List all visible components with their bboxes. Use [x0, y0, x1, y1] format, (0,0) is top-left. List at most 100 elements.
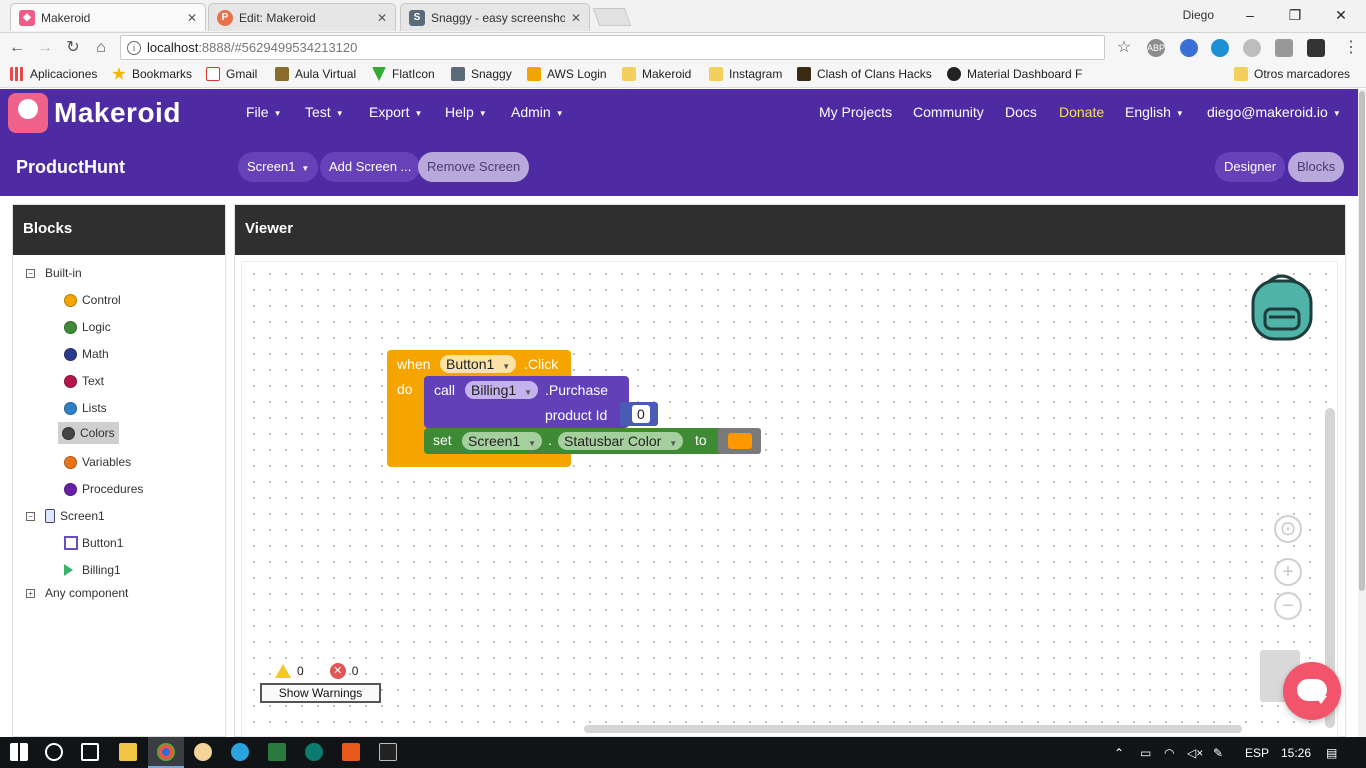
close-icon[interactable]: ✕ [377, 11, 387, 25]
app-icon[interactable] [305, 743, 323, 761]
bookmark-clash-of-clans[interactable]: Clash of Clans Hacks [797, 67, 932, 81]
bookmark-aws-login[interactable]: AWS Login [527, 67, 607, 81]
number-block[interactable]: 0 [620, 402, 658, 426]
account-menu[interactable]: diego@makeroid.io ▼ [1207, 104, 1341, 120]
file-explorer-icon[interactable] [119, 743, 137, 761]
blocks-button[interactable]: Blocks [1288, 152, 1345, 182]
category-control[interactable]: Control [64, 293, 121, 307]
bookmark-material-dashboard[interactable]: Material Dashboard F [947, 67, 1082, 81]
bookmark-flaticon[interactable]: FlatIcon [372, 67, 435, 81]
search-icon[interactable] [45, 743, 63, 761]
chat-bubble-icon[interactable] [1283, 662, 1341, 720]
extension-icon[interactable] [1180, 39, 1198, 57]
number-field[interactable]: 0 [632, 405, 650, 423]
recenter-icon[interactable]: ⊙ [1274, 515, 1302, 543]
adblock-extension-icon[interactable]: ABP [1147, 39, 1165, 57]
settings-extension-icon[interactable] [1243, 39, 1261, 57]
category-lists[interactable]: Lists [64, 401, 107, 415]
cast-icon[interactable] [1275, 39, 1293, 57]
category-math[interactable]: Math [64, 347, 109, 361]
workspace-horizontal-scrollbar[interactable] [584, 725, 1242, 733]
sync-extension-icon[interactable] [1211, 39, 1229, 57]
my-projects-link[interactable]: My Projects [819, 104, 892, 120]
designer-button[interactable]: Designer [1215, 152, 1286, 182]
notifications-icon[interactable]: ▤ [1326, 746, 1337, 760]
remove-screen-button[interactable]: Remove Screen [418, 152, 530, 182]
close-icon[interactable]: ✕ [187, 11, 197, 25]
chrome-icon[interactable] [157, 743, 175, 761]
close-icon[interactable]: ✕ [571, 11, 581, 25]
setter-block-statusbar-color[interactable]: set Screen1 ▼ . Statusbar Color ▼ to [424, 428, 728, 454]
community-link[interactable]: Community [913, 104, 984, 120]
menu-admin[interactable]: Admin ▼ [511, 104, 564, 120]
profile-name[interactable]: Diego [1183, 8, 1214, 22]
collapse-icon[interactable]: − [26, 511, 35, 521]
bookmark-gmail[interactable]: Gmail [206, 67, 257, 81]
tree-builtin[interactable]: − Built-in [26, 266, 82, 280]
network-icon[interactable]: ▭ [1140, 746, 1151, 760]
menu-help[interactable]: Help ▼ [445, 104, 487, 120]
language-menu[interactable]: English ▼ [1125, 104, 1184, 120]
wifi-icon[interactable]: ◠ [1164, 746, 1174, 760]
reload-icon[interactable]: ↻ [62, 37, 84, 59]
bookmark-instagram[interactable]: Instagram [709, 67, 782, 81]
category-text[interactable]: Text [64, 374, 104, 388]
component-dropdown[interactable]: Screen1 ▼ [462, 432, 543, 450]
address-bar[interactable]: i localhost :8888/#5629499534213120 [120, 35, 1105, 60]
xampp-icon[interactable] [342, 743, 360, 761]
clock[interactable]: 15:26 [1281, 746, 1311, 760]
category-procedures[interactable]: Procedures [64, 482, 143, 496]
language-indicator[interactable]: ESP [1245, 746, 1269, 760]
category-logic[interactable]: Logic [64, 320, 111, 334]
menu-file[interactable]: File ▼ [246, 104, 281, 120]
menu-export[interactable]: Export ▼ [369, 104, 422, 120]
pen-icon[interactable]: ✎ [1213, 746, 1223, 760]
menu-test[interactable]: Test ▼ [305, 104, 344, 120]
component-button1[interactable]: Button1 [64, 536, 123, 550]
home-icon[interactable]: ⌂ [90, 37, 112, 59]
screen-select-button[interactable]: Screen1 ▼ [238, 152, 319, 182]
tree-screen1[interactable]: − Screen1 [26, 509, 105, 523]
info-icon[interactable]: i [127, 40, 141, 55]
category-colors[interactable]: Colors [58, 422, 119, 444]
back-icon[interactable]: ← [6, 37, 28, 59]
star-icon[interactable]: ☆ [1113, 37, 1135, 59]
tab-edit-makeroid[interactable]: P Edit: Makeroid ✕ [208, 3, 396, 31]
color-block-orange[interactable] [718, 428, 761, 454]
menu-kebab-icon[interactable]: ⋮ [1340, 37, 1362, 59]
new-tab-button[interactable] [592, 8, 632, 26]
makeroid-logo[interactable]: Makeroid [8, 93, 181, 133]
bookmark-makeroid[interactable]: Makeroid [622, 67, 691, 81]
forward-icon[interactable]: → [34, 37, 56, 59]
bookmark-apps[interactable]: Aplicaciones [10, 67, 97, 81]
app-icon[interactable] [194, 743, 212, 761]
zoom-in-icon[interactable]: + [1274, 558, 1302, 586]
minimize-icon[interactable]: – [1235, 4, 1265, 26]
volume-icon[interactable]: ◁× [1187, 746, 1203, 760]
component-dropdown[interactable]: Billing1 ▼ [465, 381, 539, 399]
bookmark-other[interactable]: Otros marcadores [1234, 67, 1350, 81]
telegram-icon[interactable] [231, 743, 249, 761]
donate-link[interactable]: Donate [1059, 104, 1104, 120]
component-dropdown[interactable]: Button1 ▼ [440, 355, 517, 373]
page-scrollbar[interactable] [1358, 89, 1366, 737]
backpack-icon[interactable] [1249, 271, 1315, 343]
property-dropdown[interactable]: Statusbar Color ▼ [558, 432, 684, 450]
collapse-icon[interactable]: − [26, 268, 35, 278]
tab-makeroid[interactable]: ◆ Makeroid ✕ [10, 3, 206, 31]
app-icon[interactable] [268, 743, 286, 761]
tree-any-component[interactable]: + Any component [26, 586, 128, 600]
restore-icon[interactable]: ❐ [1280, 4, 1310, 26]
cmd-icon[interactable] [379, 743, 397, 761]
category-variables[interactable]: Variables [64, 455, 131, 469]
show-warnings-button[interactable]: Show Warnings [260, 683, 381, 703]
docs-link[interactable]: Docs [1005, 104, 1037, 120]
component-billing1[interactable]: Billing1 [64, 563, 121, 577]
blocks-workspace[interactable]: when Button1 ▼ .Click do call Billing1 ▼ .… [241, 261, 1338, 737]
expand-icon[interactable]: + [26, 588, 35, 598]
window-close-icon[interactable]: ✕ [1326, 4, 1356, 26]
task-view-icon[interactable] [81, 743, 99, 761]
bookmark-aula-virtual[interactable]: Aula Virtual [275, 67, 356, 81]
windows-start-icon[interactable] [10, 743, 28, 761]
scrollbar-thumb[interactable] [1359, 91, 1365, 591]
